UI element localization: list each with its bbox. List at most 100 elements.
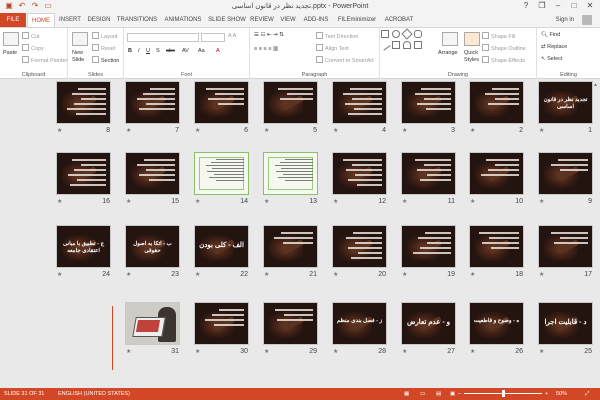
quick-styles-button[interactable]: Quick [464,50,478,56]
shape-rect-icon[interactable] [381,30,389,38]
tab-review[interactable]: REVIEW [249,13,275,27]
zoom-level[interactable]: 50% [556,388,567,400]
quick-styles-icon[interactable] [464,32,480,46]
convert-smartart-button[interactable]: Convert to SmartArt [316,56,374,64]
animation-star-icon[interactable]: ★ [126,271,131,278]
tab-fileminimizer[interactable]: FILEminimizer [334,13,380,27]
bold-button[interactable]: B [128,48,132,54]
sign-in-link[interactable]: Sign in [556,13,574,27]
slide-thumbnail[interactable] [194,302,249,345]
slide-thumbnail[interactable]: تجدید نظر در قانون اساسی [538,81,593,124]
animation-star-icon[interactable]: ★ [539,198,544,205]
tab-add-ins[interactable]: ADD-INS [301,13,331,27]
find-button[interactable]: 🔍︎ Find [541,32,560,38]
font-size-field[interactable] [201,33,225,42]
change-case-button[interactable]: Aa [198,48,205,54]
tab-file[interactable]: FILE [0,13,26,27]
slide-thumbnail[interactable]: و - عدم تعارض [401,302,456,345]
shape-fill-button[interactable]: Shape Fill [482,32,515,40]
animation-star-icon[interactable]: ★ [470,271,475,278]
animation-star-icon[interactable]: ★ [195,348,200,355]
shape-line-icon[interactable] [379,39,391,51]
normal-view-icon[interactable]: ▭ [420,388,425,400]
animation-star-icon[interactable]: ★ [333,127,338,134]
slide-thumbnail[interactable] [194,81,249,124]
shape-arc-icon[interactable] [403,41,411,49]
tab-insert[interactable]: INSERT [57,13,83,27]
animation-star-icon[interactable]: ★ [470,198,475,205]
slide-thumbnail[interactable] [263,81,318,124]
tab-view[interactable]: VIEW [278,13,298,27]
slide-thumbnail[interactable] [263,225,318,268]
shape-outline-button[interactable]: Shape Outline [482,44,526,52]
avatar[interactable] [582,15,592,25]
fit-to-window-icon[interactable]: ⤢ [585,388,589,400]
new-slide-icon[interactable] [72,32,88,46]
new-slide-button-line2[interactable]: Slide [72,57,84,63]
slide-thumbnail[interactable] [125,152,180,195]
slide-thumbnail[interactable] [125,81,180,124]
scroll-up-icon[interactable]: ▲ [593,82,598,88]
tab-transitions[interactable]: TRANSITIONS [115,13,159,27]
slide-thumbnail[interactable] [125,302,180,345]
zoom-slider-thumb[interactable] [502,390,505,397]
tab-slide-show[interactable]: SLIDE SHOW [207,13,247,27]
animation-star-icon[interactable]: ★ [402,198,407,205]
slide-thumbnail[interactable] [194,152,249,195]
bullets-button[interactable]: ☰ ☷ ⇤ ⇥ ⇅ [254,32,284,38]
select-button[interactable]: ↖ Select [541,56,562,62]
slide-thumbnail[interactable]: ب - اتکا به اصول حقوقی [125,225,180,268]
slide-thumbnail[interactable] [263,302,318,345]
animation-star-icon[interactable]: ★ [470,348,475,355]
slide-thumbnail[interactable] [401,152,456,195]
tab-home[interactable]: HOME [27,13,55,28]
zoom-out-button[interactable]: – [458,388,461,400]
slide-sorter-view-icon[interactable]: ▦ [404,388,409,400]
animation-star-icon[interactable]: ★ [333,348,338,355]
italic-button[interactable]: I [138,48,140,54]
help-button[interactable]: ? [518,0,534,12]
shape-diamond-icon[interactable] [401,28,413,40]
animation-star-icon[interactable]: ★ [195,127,200,134]
animation-star-icon[interactable]: ★ [126,348,131,355]
animation-star-icon[interactable]: ★ [264,348,269,355]
animation-star-icon[interactable]: ★ [264,127,269,134]
font-color-button[interactable]: A [216,48,220,54]
animation-star-icon[interactable]: ★ [126,127,131,134]
grow-font-icon[interactable]: A A [228,33,236,39]
font-family-field[interactable] [127,33,199,42]
slide-thumbnail[interactable]: ز - فصل بندی منظم [332,302,387,345]
slide-show-view-icon[interactable]: ▣ [450,388,455,400]
char-spacing-button[interactable]: AV [182,48,189,54]
slide-thumbnail[interactable] [538,152,593,195]
animation-star-icon[interactable]: ★ [333,198,338,205]
shape-textbox-icon[interactable] [392,41,400,49]
shadow-button[interactable]: S [156,48,160,54]
slide-thumbnail[interactable]: ه - وضوح و قاطعیت [469,302,524,345]
tab-animations[interactable]: ANIMATIONS [162,13,204,27]
animation-star-icon[interactable]: ★ [402,127,407,134]
quick-styles-button-line2[interactable]: Styles [464,57,479,63]
tab-design[interactable]: DESIGN [85,13,113,27]
minimize-button[interactable]: – [550,0,566,12]
copy-button[interactable]: Copy [22,44,44,52]
slide-thumbnail[interactable]: الف - کلی بودن [194,225,249,268]
animation-star-icon[interactable]: ★ [402,271,407,278]
strikethrough-button[interactable]: abc [166,48,175,54]
slide-thumbnail[interactable] [56,152,111,195]
animation-star-icon[interactable]: ★ [195,198,200,205]
layout-button[interactable]: Layout [92,32,118,40]
slide-thumbnail[interactable] [469,225,524,268]
text-direction-button[interactable]: Text Direction [316,32,358,40]
slide-thumbnail[interactable] [538,225,593,268]
restore-ribbon-button[interactable]: ❐ [534,0,550,12]
cut-button[interactable]: Cut [22,32,40,40]
paste-button[interactable]: Paste [3,50,17,56]
slide-thumbnail[interactable]: ج - تطبیق با مبانی اعتقادی جامعه [56,225,111,268]
section-button[interactable]: Section [92,56,119,64]
slide-thumbnail[interactable] [401,225,456,268]
animation-star-icon[interactable]: ★ [333,271,338,278]
shape-oval-icon[interactable] [392,30,400,38]
animation-star-icon[interactable]: ★ [195,271,200,278]
animation-star-icon[interactable]: ★ [57,271,62,278]
